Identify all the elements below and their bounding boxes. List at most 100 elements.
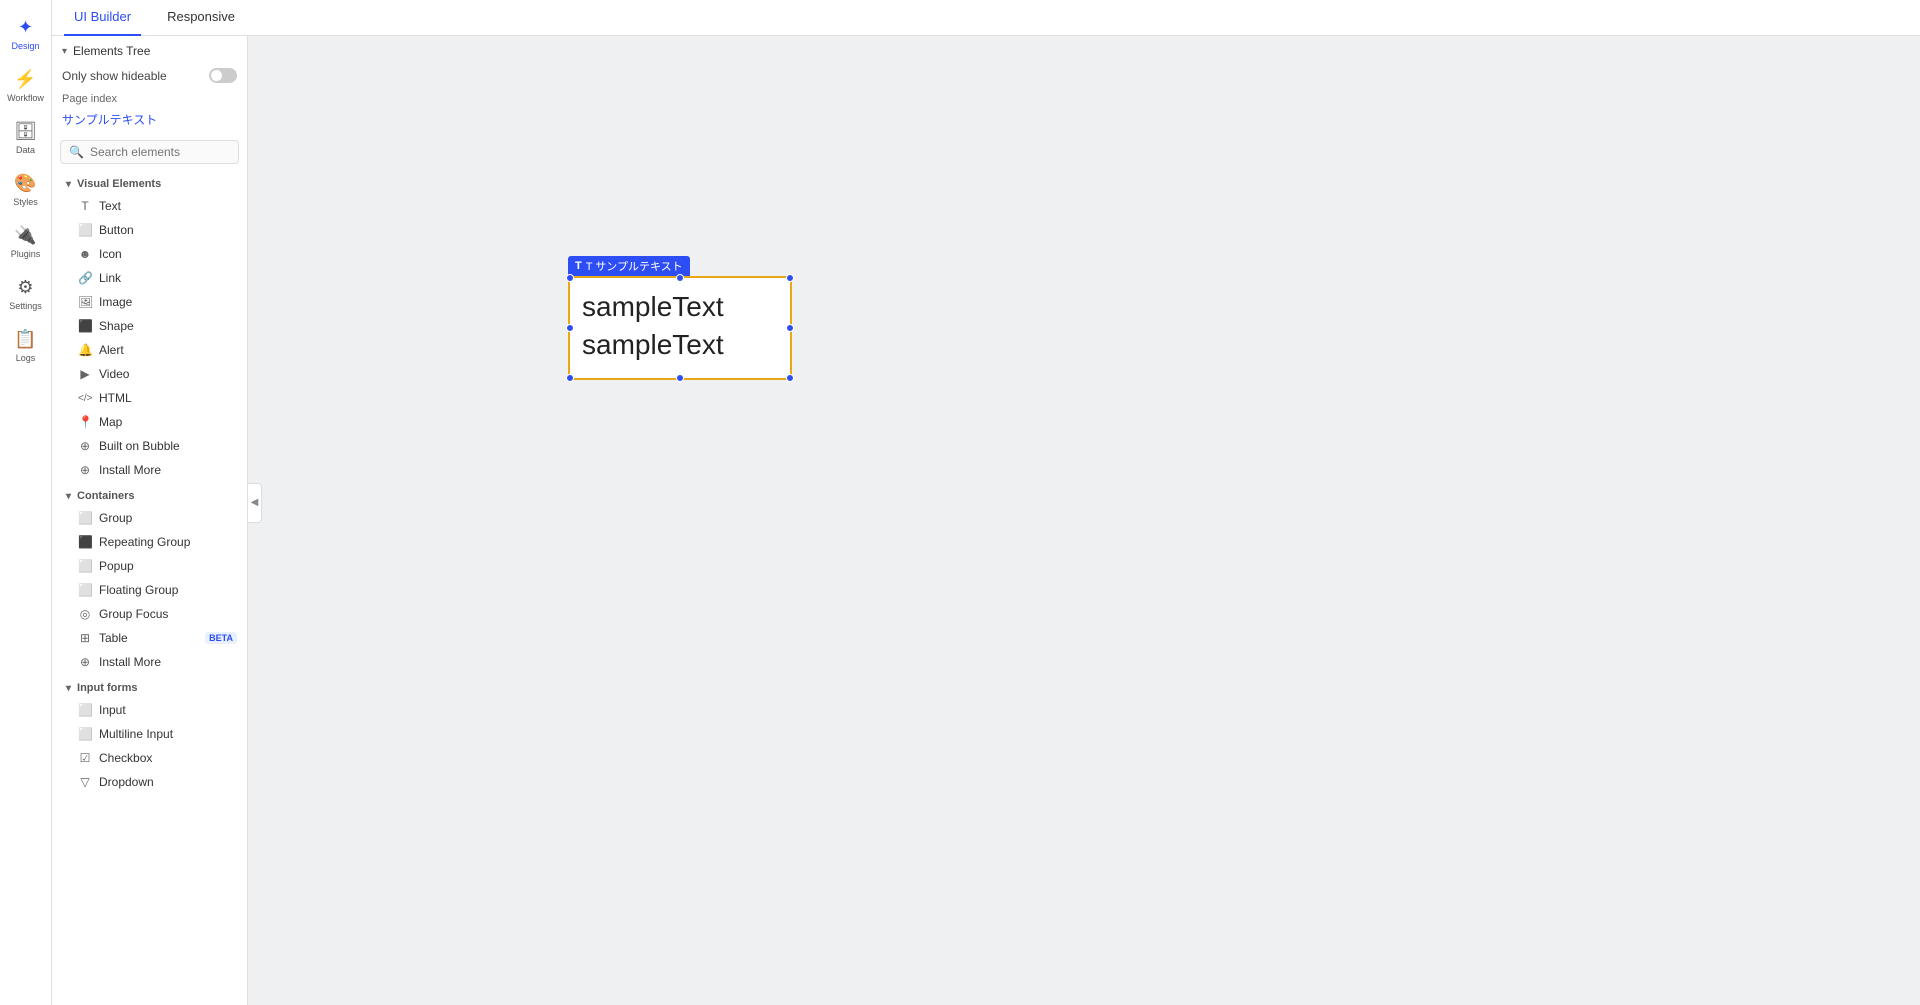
multiline-input-icon: ⬜	[78, 727, 92, 741]
popup-icon: ⬜	[78, 559, 92, 573]
sidebar-panel: ▾ Elements Tree Only show hideable Page …	[52, 36, 248, 1005]
sidebar-item-map[interactable]: 📍 Map	[52, 410, 247, 434]
resize-handle-middle-right[interactable]	[786, 324, 794, 332]
search-input[interactable]	[90, 145, 230, 159]
sidebar-item-video[interactable]: ▶ Video	[52, 362, 247, 386]
sidebar-item-button[interactable]: ⬜ Button	[52, 218, 247, 242]
tab-responsive[interactable]: Responsive	[157, 0, 245, 36]
sidebar-item-link[interactable]: 🔗 Link	[52, 266, 247, 290]
page-name-link[interactable]: サンプルテキスト	[62, 113, 157, 127]
left-nav: ✦ Design ⚡ Workflow 🗄 Data 🎨 Styles 🔌 Pl…	[0, 0, 52, 1005]
resize-handle-bottom-center[interactable]	[676, 374, 684, 382]
element-label-text: T サンプルテキスト	[586, 258, 683, 274]
element-label-tag[interactable]: T T サンプルテキスト	[568, 256, 690, 276]
only-show-toggle[interactable]	[209, 68, 237, 83]
button-icon: ⬜	[78, 223, 92, 237]
text-icon: T	[78, 199, 92, 213]
data-icon: 🗄	[14, 121, 37, 142]
sidebar-item-alert[interactable]: 🔔 Alert	[52, 338, 247, 362]
resize-handle-bottom-right[interactable]	[786, 374, 794, 382]
sidebar-item-html[interactable]: </> HTML	[52, 386, 247, 410]
nav-item-styles[interactable]: 🎨 Styles	[0, 164, 52, 216]
nav-label-logs: Logs	[16, 353, 36, 364]
sidebar-item-multiline-input[interactable]: ⬜ Multiline Input	[52, 722, 247, 746]
sidebar-item-input[interactable]: ⬜ Input	[52, 698, 247, 722]
sidebar-item-link-label: Link	[99, 271, 237, 285]
nav-item-workflow[interactable]: ⚡ Workflow	[0, 60, 52, 112]
sidebar-item-html-label: HTML	[99, 391, 237, 405]
resize-handle-top-left[interactable]	[566, 274, 574, 282]
sidebar-item-repeating-group[interactable]: ⬛ Repeating Group	[52, 530, 247, 554]
sidebar-item-checkbox[interactable]: ☑ Checkbox	[52, 746, 247, 770]
sidebar-item-built-on-bubble-label: Built on Bubble	[99, 439, 237, 453]
main-canvas[interactable]: T T サンプルテキスト sampleText sampleText	[248, 36, 1920, 1005]
logs-icon: 📋	[14, 329, 36, 350]
element-type-icon: T	[575, 260, 582, 272]
nav-item-logs[interactable]: 📋 Logs	[0, 320, 52, 372]
sidebar-item-alert-label: Alert	[99, 343, 237, 357]
text-element-box[interactable]: sampleText sampleText	[568, 276, 792, 380]
sidebar-item-input-label: Input	[99, 703, 237, 717]
sidebar-item-floating-group-label: Floating Group	[99, 583, 237, 597]
visual-elements-chevron: ▾	[66, 179, 71, 190]
sidebar-item-icon[interactable]: ☻ Icon	[52, 242, 247, 266]
canvas-element-wrapper: T T サンプルテキスト sampleText sampleText	[568, 256, 792, 380]
sidebar-item-shape[interactable]: ⬛ Shape	[52, 314, 247, 338]
sidebar-collapse-handle[interactable]: ◀	[248, 483, 262, 523]
only-show-label: Only show hideable	[62, 69, 167, 83]
sidebar-item-image[interactable]: 🖼 Image	[52, 290, 247, 314]
sidebar-item-install-more-containers[interactable]: ⊕ Install More	[52, 650, 247, 674]
sidebar-item-video-label: Video	[99, 367, 237, 381]
built-on-bubble-icon: ⊕	[78, 439, 92, 453]
video-icon: ▶	[78, 367, 92, 381]
sidebar-item-popup-label: Popup	[99, 559, 237, 573]
link-icon: 🔗	[78, 271, 92, 285]
containers-chevron: ▾	[66, 491, 71, 502]
sidebar-item-group-focus[interactable]: ◎ Group Focus	[52, 602, 247, 626]
elements-tree-label: Elements Tree	[73, 44, 150, 58]
sidebar-item-group[interactable]: ⬜ Group	[52, 506, 247, 530]
sidebar-item-popup[interactable]: ⬜ Popup	[52, 554, 247, 578]
resize-handle-top-right[interactable]	[786, 274, 794, 282]
search-bar[interactable]: 🔍	[60, 140, 239, 164]
dropdown-icon: ▽	[78, 775, 92, 789]
sidebar-item-floating-group[interactable]: ⬜ Floating Group	[52, 578, 247, 602]
resize-handle-middle-left[interactable]	[566, 324, 574, 332]
elements-tree-header: ▾ Elements Tree	[52, 36, 247, 62]
sidebar-item-install-more-visual[interactable]: ⊕ Install More	[52, 458, 247, 482]
floating-group-icon: ⬜	[78, 583, 92, 597]
checkbox-icon: ☑	[78, 751, 92, 765]
sidebar-item-image-label: Image	[99, 295, 237, 309]
nav-item-plugins[interactable]: 🔌 Plugins	[0, 216, 52, 268]
sidebar-item-install-more-containers-label: Install More	[99, 655, 237, 669]
design-icon: ✦	[18, 17, 33, 38]
sidebar-item-repeating-group-label: Repeating Group	[99, 535, 237, 549]
resize-handle-bottom-left[interactable]	[566, 374, 574, 382]
nav-item-data[interactable]: 🗄 Data	[0, 112, 52, 164]
resize-handle-top-center[interactable]	[676, 274, 684, 282]
input-icon: ⬜	[78, 703, 92, 717]
icon-icon: ☻	[78, 247, 92, 261]
input-forms-section: ▾ Input forms	[52, 674, 247, 698]
sidebar-item-dropdown[interactable]: ▽ Dropdown	[52, 770, 247, 794]
settings-icon: ⚙	[17, 277, 33, 298]
sidebar-item-text[interactable]: T Text	[52, 194, 247, 218]
top-header: UI Builder Responsive	[52, 0, 1920, 36]
visual-elements-section: ▾ Visual Elements	[52, 170, 247, 194]
sidebar-item-text-label: Text	[99, 199, 237, 213]
nav-item-design[interactable]: ✦ Design	[0, 8, 52, 60]
tab-ui-builder[interactable]: UI Builder	[64, 0, 141, 36]
sidebar-item-table[interactable]: ⊞ Table BETA	[52, 626, 247, 650]
install-more-visual-icon: ⊕	[78, 463, 92, 477]
sidebar-item-install-more-visual-label: Install More	[99, 463, 237, 477]
input-forms-chevron: ▾	[66, 683, 71, 694]
nav-item-settings[interactable]: ⚙ Settings	[0, 268, 52, 320]
nav-label-data: Data	[16, 145, 35, 156]
page-index-label: Page index	[62, 93, 117, 105]
nav-label-plugins: Plugins	[11, 249, 41, 260]
sidebar-item-built-on-bubble[interactable]: ⊕ Built on Bubble	[52, 434, 247, 458]
group-focus-icon: ◎	[78, 607, 92, 621]
sidebar-item-multiline-input-label: Multiline Input	[99, 727, 237, 741]
repeating-group-icon: ⬛	[78, 535, 92, 549]
sidebar-item-checkbox-label: Checkbox	[99, 751, 237, 765]
